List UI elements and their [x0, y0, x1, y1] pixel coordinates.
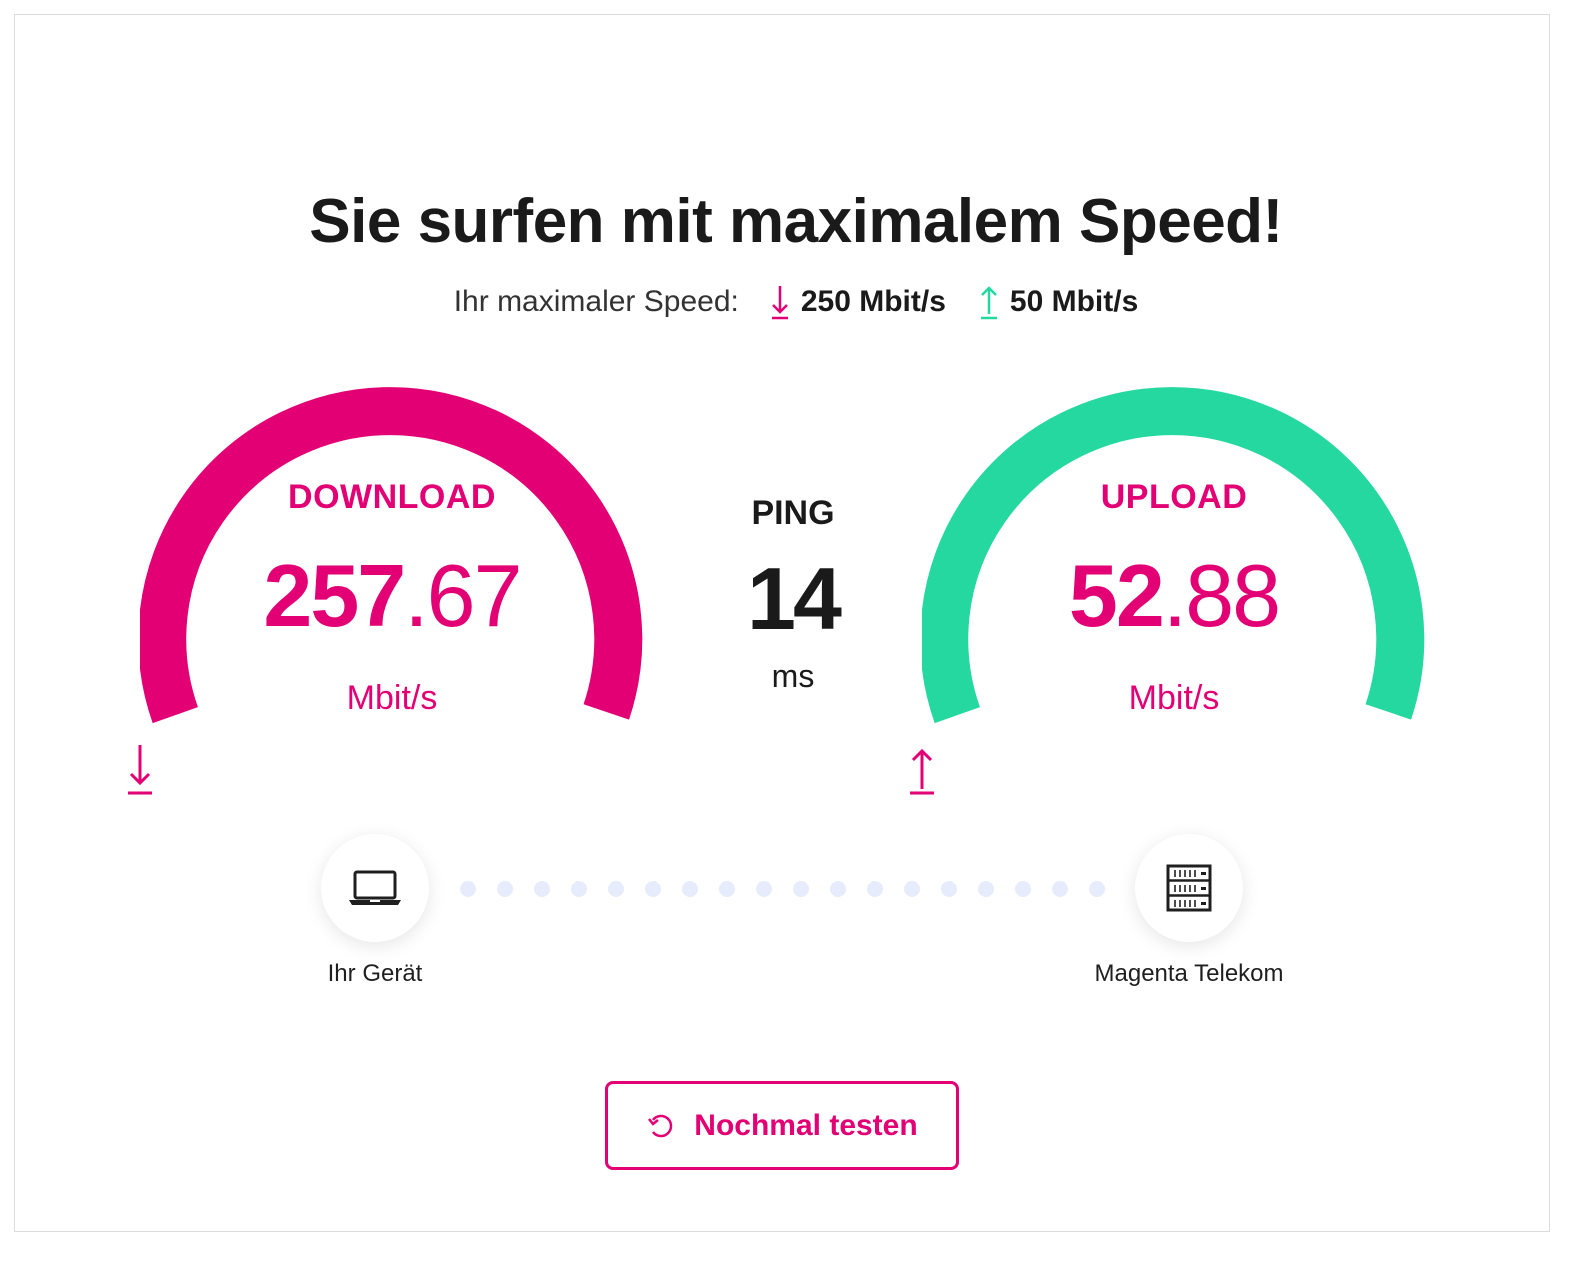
download-gauge: DOWNLOAD 257.67 Mbit/s: [128, 345, 644, 815]
max-download-value: 250 Mbit/s: [800, 285, 946, 318]
retest-button[interactable]: Nochmal testen: [605, 1081, 959, 1170]
ping-unit: ms: [771, 658, 815, 694]
max-speed-label: Ihr maximaler Speed:: [453, 285, 739, 318]
download-arrow-icon: [128, 745, 152, 795]
download-value-dec: .67: [404, 546, 522, 645]
download-arrow-icon: [771, 286, 788, 320]
ping-value: 14: [747, 549, 842, 648]
upload-unit: Mbit/s: [1128, 679, 1220, 717]
upload-arrow-icon: [910, 748, 934, 795]
download-value: 257.67: [140, 545, 644, 647]
device-node: [321, 834, 429, 942]
server-node: [1135, 834, 1243, 942]
server-label: Magenta Telekom: [1094, 960, 1284, 987]
page-title: Sie surfen mit maximalem Speed!: [309, 187, 1283, 256]
ping-title: PING: [751, 494, 835, 532]
retest-button-label: Nochmal testen: [694, 1108, 918, 1142]
upload-value-int: 52: [1068, 546, 1165, 645]
max-upload-value: 50 Mbit/s: [1009, 285, 1139, 318]
download-title: DOWNLOAD: [288, 478, 496, 516]
refresh-icon: [648, 1114, 673, 1137]
download-unit: Mbit/s: [346, 679, 438, 717]
ping-panel: PING 14 ms: [700, 494, 886, 714]
upload-title: UPLOAD: [1100, 478, 1248, 516]
upload-arrow-icon: [980, 286, 997, 320]
download-value-int: 257: [263, 546, 406, 645]
connection-dots: [460, 881, 1110, 897]
upload-value: 52.88: [922, 545, 1426, 647]
laptop-icon: [349, 870, 401, 905]
max-speed-row: Ihr maximaler Speed: 250 Mbit/s 50 Mbit/…: [0, 282, 1592, 322]
server-icon: [1166, 864, 1212, 912]
device-label: Ihr Gerät: [327, 960, 423, 987]
upload-gauge: UPLOAD 52.88 Mbit/s: [910, 345, 1426, 815]
upload-value-dec: .88: [1162, 546, 1281, 645]
